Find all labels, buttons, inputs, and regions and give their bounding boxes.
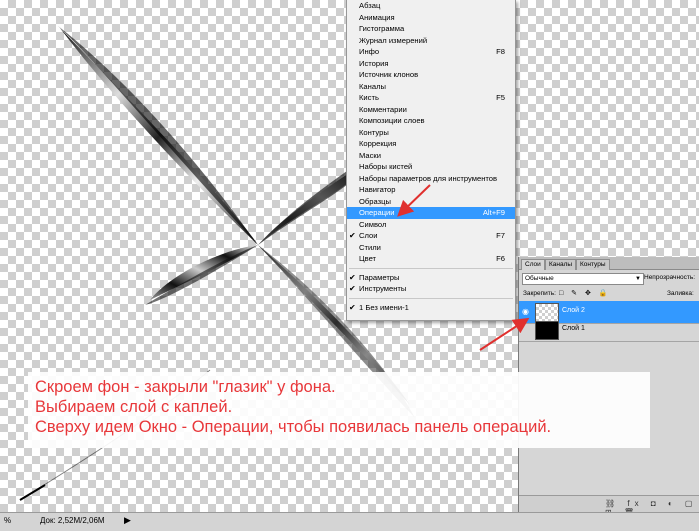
menu-item-label: Образцы [359,196,391,206]
menu-item[interactable]: ✔ 1 Без имени-1 [347,302,515,314]
menu-item-label: Гистограмма [359,24,405,33]
menu-item[interactable]: Символ [347,219,515,231]
checkmark-icon: ✔ [349,302,356,312]
menu-item[interactable]: Наборы параметров для инструментов [347,173,515,185]
status-bar: % Док: 2,52М/2,06М ▶ [0,512,699,531]
menu-item-label: Композиции слоев [359,116,425,125]
chevron-down-icon: ▼ [635,276,641,282]
menu-item[interactable]: Контуры [347,127,515,139]
menu-item-label: 1 Без имени-1 [359,302,409,312]
menu-item[interactable]: Навигатор [347,184,515,196]
eye-icon-hidden[interactable] [522,325,532,335]
doc-size-info: Док: 2,52М/2,06М [40,516,105,525]
menu-item[interactable]: Наборы кистей [347,161,515,173]
menu-item-label: Слои [359,231,378,240]
menu-item-label: Цвет [359,254,377,263]
caption-line: Сверху идем Окно - Операции, чтобы появи… [35,418,552,436]
panel-footer: ⛓ fx ◘ ◐ ▢ ⊞ 🗑 [519,495,699,517]
menu-item[interactable]: Журнал измерений [347,35,515,47]
menu-item[interactable]: Маски [347,150,515,162]
menu-item-label: Кисть [359,93,379,102]
zoom-value[interactable]: % [4,516,11,525]
menu-item-label: Источник клонов [359,70,419,79]
menu-item-label: Анимация [359,12,395,22]
menu-item[interactable]: История [347,58,515,70]
menu-item-label: Инструменты [359,284,407,293]
menu-item-label: Операции [359,208,395,217]
menu-item[interactable]: Кисть F5 [347,92,515,104]
menu-item[interactable]: Источник клонов [347,69,515,81]
menu-item-label: Маски [359,150,381,160]
menu-item-label: Инфо [359,47,380,56]
layer-thumbnail [535,321,559,340]
menu-item-shortcut: F8 [496,47,505,56]
menu-item[interactable]: Стили [347,242,515,254]
checkmark-icon: ✔ [349,231,356,240]
menu-item-label: Наборы кистей [359,162,413,171]
menu-item[interactable]: ✔ Параметры [347,272,515,284]
menu-item[interactable]: Комментарии [347,104,515,116]
menu-item-label: Параметры [359,272,400,282]
opacity-label: Непрозрачность: [644,274,696,281]
caption-line: Выбираем слой с каплей. [35,398,233,416]
menu-item-label: Наборы параметров для инструментов [359,173,498,183]
blend-mode-select[interactable]: Обычные ▼ [522,273,644,285]
menu-item[interactable]: Образцы [347,196,515,208]
menu-item-label: Стили [359,242,381,252]
menu-item[interactable]: Композиции слоев [347,115,515,127]
menu-separator [349,297,513,299]
fill-label: Заливка: [667,290,694,297]
window-menu[interactable]: Абзац Анимация Гистограмма Журнал измерений… [346,0,516,321]
menu-item[interactable]: Коррекция [347,138,515,150]
layer-name: Слой 2 [562,307,585,314]
panel-tabs: Слои Каналы Контуры [519,257,699,270]
menu-item-shortcut: F6 [496,254,505,263]
menu-item-label: Журнал измерений [359,35,428,45]
eye-icon[interactable]: ◉ [522,307,532,317]
menu-item[interactable]: Абзац [347,0,515,12]
menu-item-label: Символ [359,219,387,229]
blend-mode-value: Обычные [525,275,554,282]
layer-row[interactable]: Слой 1 [519,319,699,342]
menu-item[interactable]: Анимация [347,12,515,24]
menu-item[interactable]: ✔ Слои F7 [347,230,515,242]
menu-item-label: Навигатор [359,185,396,194]
tab-channels[interactable]: Каналы [545,259,577,270]
menu-item[interactable]: Каналы [347,81,515,93]
menu-item[interactable]: Гистограмма [347,23,515,35]
lock-label: Закрепить: [523,290,556,297]
menu-item[interactable]: Цвет F6 [347,253,515,265]
menu-item[interactable]: ✔ Инструменты [347,283,515,295]
menu-item-label: Комментарии [359,104,407,114]
checkmark-icon: ✔ [349,272,356,282]
menu-separator [349,267,513,269]
checkmark-icon: ✔ [349,284,356,293]
status-menu-arrow-icon[interactable]: ▶ [124,515,131,526]
menu-item-shortcut: F7 [496,231,505,240]
caption-line: Скроем фон - закрыли "глазик" у фона. [35,378,336,396]
tab-layers[interactable]: Слои [521,259,545,270]
lock-icons[interactable]: □ ✎ ✥ 🔒 [559,289,611,297]
menu-item-label: Контуры [359,127,389,137]
menu-item-label: Коррекция [359,139,397,148]
menu-item-label: Каналы [359,81,386,91]
menu-item[interactable]: Инфо F8 [347,46,515,58]
menu-item-label: Абзац [359,1,381,10]
tab-paths[interactable]: Контуры [576,259,610,270]
instruction-caption: Скроем фон - закрыли "глазик" у фона. Вы… [28,372,650,448]
menu-item-shortcut: Alt+F9 [482,208,505,217]
menu-item-label: История [359,58,389,68]
layer-name: Слой 1 [562,325,585,332]
menu-item-shortcut: F5 [496,93,505,102]
menu-item[interactable]: Операции Alt+F9 [347,207,515,219]
